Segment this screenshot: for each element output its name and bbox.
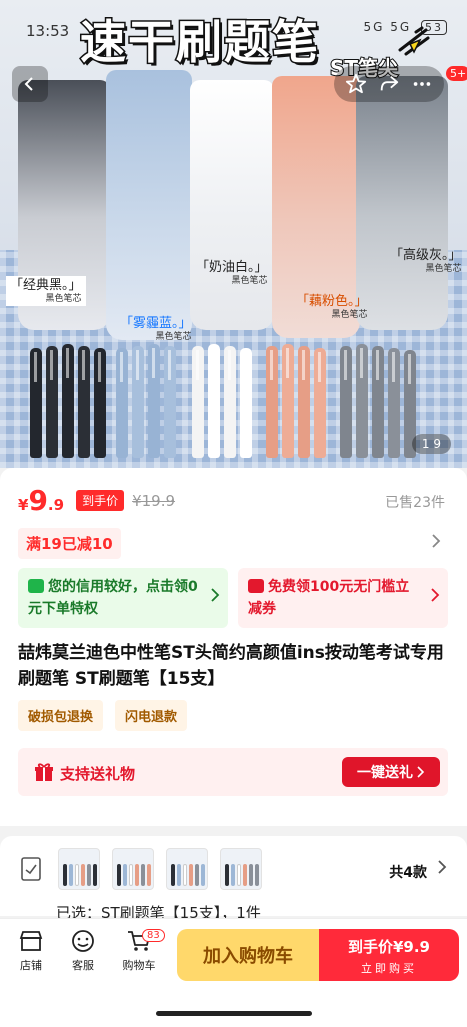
price-integer: 9 <box>28 484 48 517</box>
product-page: 「经典黑。」 黑色笔芯 「雾霾蓝。」 黑色笔芯 「奶油白。」 黑色笔芯 「藕粉色… <box>0 0 467 1027</box>
shield-check-icon <box>28 579 44 593</box>
send-gift-button[interactable]: 一键送礼 <box>342 757 440 787</box>
label-premium-gray: 「高级灰。」 黑色笔芯 <box>386 246 466 276</box>
label-main: 「藕粉色。」 <box>296 294 368 309</box>
share-icon <box>380 75 399 91</box>
gift-banner: 支持送礼物 一键送礼 <box>18 748 448 796</box>
label-lotus-pink: 「藕粉色。」 黑色笔芯 <box>292 292 372 322</box>
chevron-right-icon <box>438 860 447 874</box>
shop-button[interactable]: 店铺 <box>4 929 58 973</box>
label-main: 「奶油白。」 <box>196 260 268 275</box>
chevron-right-icon <box>417 766 425 778</box>
hero-title: 速干刷题笔 <box>79 14 320 71</box>
price-decimal: .9 <box>47 496 65 514</box>
variant-thumb[interactable] <box>58 848 100 890</box>
credit-privilege-card[interactable]: 您的信用较好，点击领0元下单特权 <box>18 568 228 628</box>
variant-thumbnails <box>58 848 262 890</box>
pen-cup-blue <box>106 70 192 340</box>
cart-label: 购物车 <box>122 959 156 972</box>
coupon-text: 免费领100元无门槛立减券 <box>248 579 410 617</box>
buy-now-label: 立即购买 <box>361 962 417 975</box>
gift-icon <box>35 763 53 781</box>
currency-symbol: ¥ <box>18 496 29 514</box>
variant-count: 共4款 <box>389 865 427 881</box>
chevron-right-icon <box>211 588 220 602</box>
service-button[interactable]: 客服 <box>56 929 110 973</box>
price-row: ¥ 9 .9 到手价 ¥19.9 <box>18 484 175 518</box>
shop-label: 店铺 <box>20 959 42 972</box>
credit-privilege-text: 您的信用较好，点击领0元下单特权 <box>28 579 198 617</box>
bottom-action-bar: 店铺 客服 购物车 83 加入购物车 到手价¥9.9 立即购买 <box>0 918 467 1027</box>
variant-selector[interactable]: 共4款 已选：ST刷题笔【15支】，1件 <box>0 836 467 922</box>
shop-icon <box>19 931 43 951</box>
top-action-pill <box>334 66 444 102</box>
label-main: 「经典黑。」 <box>10 278 82 293</box>
variant-thumb[interactable] <box>112 848 154 890</box>
share-button[interactable] <box>375 70 403 98</box>
variant-thumb[interactable] <box>220 848 262 890</box>
label-haze-blue: 「雾霾蓝。」 黑色笔芯 <box>116 314 196 344</box>
cart-count-badge: 83 <box>142 929 165 942</box>
gift-text: 支持送礼物 <box>60 765 136 783</box>
chevron-left-icon <box>24 77 33 91</box>
more-dots-icon <box>413 82 430 86</box>
add-to-cart-button[interactable]: 加入购物车 <box>177 929 319 981</box>
product-title: 喆炜莫兰迪色中性笔ST头简约高颜值ins按动笔考试专用刷题笔 ST刷题笔【15支… <box>18 643 444 689</box>
status-time: 13:53 <box>26 22 70 40</box>
message-badge: 5+ <box>446 66 467 81</box>
sold-count: 已售23件 <box>385 495 445 511</box>
label-main: 「高级灰。」 <box>390 248 462 263</box>
label-sub: 黑色笔芯 <box>45 293 82 304</box>
pen-row <box>30 340 450 458</box>
buy-now-button[interactable]: 到手价¥9.9 立即购买 <box>319 929 459 981</box>
star-icon <box>346 73 367 94</box>
service-tags: 破损包退换 闪电退款 <box>18 700 188 731</box>
label-sub: 黑色笔芯 <box>425 263 462 274</box>
buy-price: 到手价¥9.9 <box>347 938 430 956</box>
more-button[interactable] <box>408 70 436 98</box>
back-button[interactable] <box>12 66 48 102</box>
product-image-carousel[interactable]: 「经典黑。」 黑色笔芯 「雾霾蓝。」 黑色笔芯 「奶油白。」 黑色笔芯 「藕粉色… <box>0 0 467 468</box>
customer-service-icon <box>72 930 94 952</box>
promo-discount[interactable]: 满19已减10 <box>18 528 121 559</box>
variant-list-icon <box>21 857 41 881</box>
coupon-icon <box>248 579 264 593</box>
label-sub: 黑色笔芯 <box>331 309 368 320</box>
product-info-card: ¥ 9 .9 到手价 ¥19.9 已售23件 满19已减10 您的信用较好，点击… <box>0 468 467 826</box>
original-price: ¥19.9 <box>132 492 176 510</box>
cart-button[interactable]: 购物车 83 <box>112 929 166 973</box>
label-classic-black: 「经典黑。」 黑色笔芯 <box>6 276 86 307</box>
service-label: 客服 <box>72 959 94 972</box>
sparkle-icon <box>398 26 430 56</box>
label-cream-white: 「奶油白。」 黑色笔芯 <box>192 258 272 288</box>
variant-thumb[interactable] <box>166 848 208 890</box>
favorite-button[interactable] <box>342 70 370 98</box>
image-counter: 1 9 <box>411 434 451 454</box>
chevron-right-icon <box>431 588 440 602</box>
label-sub: 黑色笔芯 <box>155 331 192 342</box>
service-tag[interactable]: 闪电退款 <box>115 700 188 731</box>
chevron-right-icon[interactable] <box>431 534 441 548</box>
to-hand-badge: 到手价 <box>76 490 125 511</box>
coupon-card[interactable]: 免费领100元无门槛立减券 <box>238 568 448 628</box>
label-main: 「雾霾蓝。」 <box>120 316 192 331</box>
service-tag[interactable]: 破损包退换 <box>18 700 104 731</box>
label-sub: 黑色笔芯 <box>231 275 268 286</box>
pen-cup-white <box>190 80 274 330</box>
home-indicator[interactable] <box>156 1011 312 1016</box>
send-gift-label: 一键送礼 <box>357 765 413 781</box>
